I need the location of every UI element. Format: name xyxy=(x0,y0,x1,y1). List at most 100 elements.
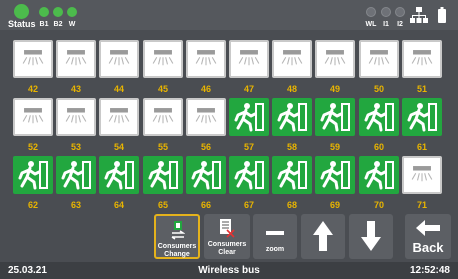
luminaire-tile-49[interactable] xyxy=(315,40,355,78)
exit-running-man-icon xyxy=(234,103,264,132)
luminaire-tile-64[interactable] xyxy=(99,156,139,194)
led-label-b1: B1 xyxy=(39,21,49,28)
lamp-icon xyxy=(65,50,87,66)
luminaire-number: 69 xyxy=(329,200,340,210)
luminaire-tile-53[interactable] xyxy=(56,98,96,136)
status-indicator[interactable] xyxy=(14,4,29,19)
top-bar: Status B1 B2 W WL I1 I2 xyxy=(0,0,458,30)
luminaire-number: 45 xyxy=(157,84,168,94)
luminaire-tile-56[interactable] xyxy=(186,98,226,136)
luminaire-number: 63 xyxy=(70,200,81,210)
led-b1 xyxy=(39,7,49,17)
back-button[interactable]: Back xyxy=(405,214,451,259)
luminaire-number: 55 xyxy=(157,142,168,152)
luminaire-number: 54 xyxy=(113,142,124,152)
luminaire-tile-54[interactable] xyxy=(99,98,139,136)
luminaire-number: 48 xyxy=(286,84,297,94)
consumers-change-button[interactable]: Consumers Change xyxy=(154,214,200,259)
exit-running-man-icon xyxy=(277,161,307,190)
scroll-up-button[interactable] xyxy=(301,214,345,259)
luminaire-tile-48[interactable] xyxy=(272,40,312,78)
led-label-i1: I1 xyxy=(383,21,389,28)
luminaire-number: 67 xyxy=(243,200,254,210)
time-display: 12:52:48 xyxy=(409,265,450,276)
consumers-clear-button[interactable]: Consumers Clear xyxy=(204,214,250,259)
luminaire-number: 68 xyxy=(286,200,297,210)
led-label-w: W xyxy=(68,21,76,28)
luminaire-number: 52 xyxy=(27,142,38,152)
status-bar: 25.03.21 Wireless bus 12:52:48 xyxy=(0,262,458,279)
luminaire-tile-42[interactable] xyxy=(13,40,53,78)
luminaire-tile-63[interactable] xyxy=(56,156,96,194)
luminaire-number: 60 xyxy=(373,142,384,152)
luminaire-tile-58[interactable] xyxy=(272,98,312,136)
lamp-icon xyxy=(108,108,130,124)
luminaire-tile-69[interactable] xyxy=(315,156,355,194)
luminaire-tile-46[interactable] xyxy=(186,40,226,78)
luminaire-tile-60[interactable] xyxy=(359,98,399,136)
arrow-up-icon xyxy=(313,221,333,251)
luminaire-number: 50 xyxy=(373,84,384,94)
lamp-icon xyxy=(195,50,217,66)
lamp-icon xyxy=(108,50,130,66)
lamp-icon xyxy=(324,50,346,66)
luminaire-number: 51 xyxy=(416,84,427,94)
lamp-icon xyxy=(281,50,303,66)
luminaire-tile-43[interactable] xyxy=(56,40,96,78)
luminaire-tile-65[interactable] xyxy=(143,156,183,194)
exit-running-man-icon xyxy=(61,161,91,190)
led-i1 xyxy=(381,7,391,17)
exit-running-man-icon xyxy=(407,103,437,132)
zoom-button[interactable]: zoom xyxy=(253,214,297,259)
led-i2 xyxy=(395,7,405,17)
lamp-icon xyxy=(368,50,390,66)
luminaire-number: 49 xyxy=(329,84,340,94)
exit-running-man-icon xyxy=(104,161,134,190)
luminaire-number: 43 xyxy=(70,84,81,94)
exit-running-man-icon xyxy=(364,103,394,132)
luminaire-tile-47[interactable] xyxy=(229,40,269,78)
exit-running-man-icon xyxy=(191,161,221,190)
luminaire-tile-66[interactable] xyxy=(186,156,226,194)
luminaire-tile-59[interactable] xyxy=(315,98,355,136)
luminaire-tile-51[interactable] xyxy=(402,40,442,78)
luminaire-tile-57[interactable] xyxy=(229,98,269,136)
luminaire-tile-50[interactable] xyxy=(359,40,399,78)
exit-running-man-icon xyxy=(320,161,350,190)
luminaire-tile-70[interactable] xyxy=(359,156,399,194)
minus-icon xyxy=(266,231,284,235)
led-label-wl: WL xyxy=(365,21,377,28)
luminaire-tile-71[interactable] xyxy=(402,156,442,194)
lamp-icon xyxy=(22,50,44,66)
luminaire-number: 71 xyxy=(416,200,427,210)
status-label: Status xyxy=(8,19,36,29)
consumers-change-label: Consumers Change xyxy=(157,243,197,258)
lamp-icon xyxy=(22,108,44,124)
zoom-label: zoom xyxy=(265,246,285,253)
led-label-b2: B2 xyxy=(53,21,63,28)
lamp-icon xyxy=(195,108,217,124)
exit-running-man-icon xyxy=(234,161,264,190)
luminaire-tile-62[interactable] xyxy=(13,156,53,194)
luminaire-tile-52[interactable] xyxy=(13,98,53,136)
luminaire-number: 56 xyxy=(200,142,211,152)
led-w xyxy=(67,7,77,17)
luminaire-number: 70 xyxy=(373,200,384,210)
luminaire-tile-45[interactable] xyxy=(143,40,183,78)
luminaire-number: 64 xyxy=(113,200,124,210)
exit-running-man-icon xyxy=(18,161,48,190)
scroll-down-button[interactable] xyxy=(349,214,393,259)
led-label-i2: I2 xyxy=(397,21,403,28)
arrow-left-icon xyxy=(416,220,440,236)
bus-title: Wireless bus xyxy=(198,265,260,276)
luminaire-tile-55[interactable] xyxy=(143,98,183,136)
luminaire-tile-61[interactable] xyxy=(402,98,442,136)
arrow-down-icon xyxy=(361,221,381,251)
luminaire-number: 59 xyxy=(329,142,340,152)
battery-icon xyxy=(438,7,446,23)
luminaire-tile-68[interactable] xyxy=(272,156,312,194)
lamp-icon xyxy=(411,166,433,182)
luminaire-tile-67[interactable] xyxy=(229,156,269,194)
swap-icon xyxy=(171,221,185,240)
luminaire-tile-44[interactable] xyxy=(99,40,139,78)
